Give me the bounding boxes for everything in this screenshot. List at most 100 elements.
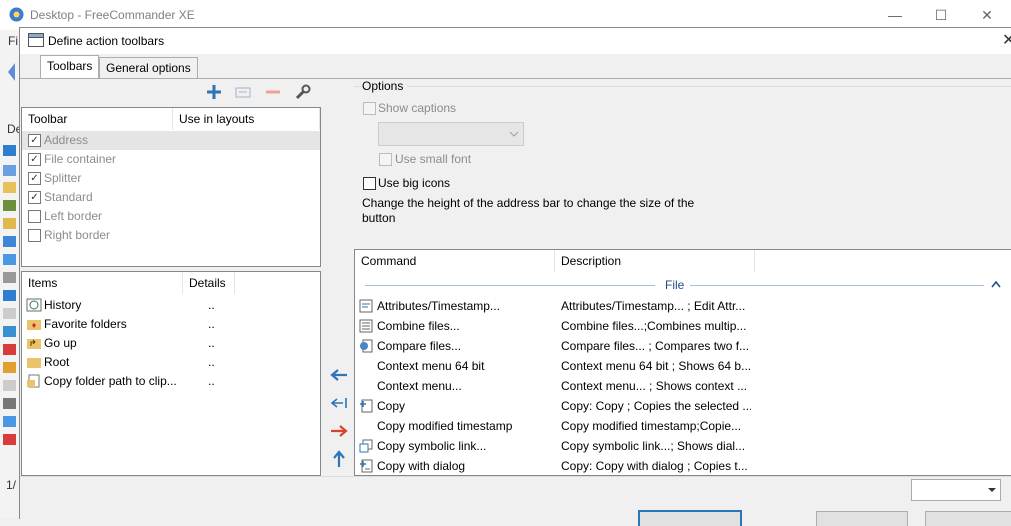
options-group-label: Options [362, 79, 408, 93]
command-row[interactable]: Copy modified timestamp Copy modified ti… [355, 416, 1011, 436]
command-description: Combine files...;Combines multip... [561, 319, 747, 333]
column-header-details[interactable]: Details [183, 272, 235, 294]
drive-icon [3, 290, 16, 301]
command-row[interactable]: Compare files... Compare files... ; Comp… [355, 336, 1011, 356]
item-row-history[interactable]: History .. [22, 296, 320, 315]
column-header-use-in-layouts[interactable]: Use in layouts [173, 108, 320, 130]
user-icon [3, 200, 16, 211]
items-list[interactable]: Items Details History .. Favorite folder… [21, 271, 321, 476]
command-name: Copy with dialog [377, 459, 466, 473]
folder-icon [3, 182, 16, 193]
dialog-button[interactable] [816, 511, 908, 526]
command-name: Attributes/Timestamp... [377, 299, 500, 313]
use-big-icons-checkbox[interactable] [363, 177, 376, 190]
group-header-file[interactable]: File [355, 276, 1011, 294]
history-icon [26, 298, 42, 312]
command-row[interactable]: Context menu 64 bit Context menu 64 bit … [355, 356, 1011, 376]
maximize-button[interactable]: ☐ [918, 0, 964, 30]
add-button[interactable] [203, 82, 225, 102]
attributes-icon [359, 299, 373, 313]
tab-general-options[interactable]: General options [99, 57, 198, 78]
checkbox[interactable]: ✓ [28, 134, 41, 147]
move-right-button[interactable] [328, 421, 350, 441]
toolbar-list[interactable]: Toolbar Use in layouts ✓ Address ✓ File … [21, 107, 321, 267]
column-header-toolbar[interactable]: Toolbar [22, 108, 173, 130]
app-icon [3, 434, 16, 445]
caption-position-select[interactable] [378, 122, 524, 146]
command-row[interactable]: Context menu... Context menu... ; Shows … [355, 376, 1011, 396]
command-description: Copy modified timestamp;Copie... [561, 419, 742, 433]
edit-button[interactable] [232, 82, 254, 102]
remove-button[interactable] [262, 82, 284, 102]
column-header-items[interactable]: Items [22, 272, 183, 294]
checkbox[interactable]: ✓ [28, 153, 41, 166]
dialog-button[interactable] [638, 510, 742, 526]
item-row-favorite-folders[interactable]: Favorite folders .. [22, 315, 320, 334]
toolbar-row-left-border[interactable]: Left border [22, 207, 320, 226]
command-row[interactable]: Copy symbolic link... Copy symbolic link… [355, 436, 1011, 456]
command-name: Context menu 64 bit [377, 359, 485, 373]
command-description: Copy symbolic link...; Shows dial... [561, 439, 746, 453]
item-label: Root [44, 355, 70, 369]
dialog-titlebar: Define action toolbars ✕ [20, 28, 1011, 54]
checkbox[interactable] [28, 229, 41, 242]
copy-icon [360, 399, 373, 413]
favorite-folder-icon [27, 320, 41, 330]
menu-fragment: Fi [8, 34, 18, 48]
checkbox[interactable]: ✓ [28, 172, 41, 185]
item-row-go-up[interactable]: Go up .. [22, 334, 320, 353]
symlink-icon [359, 439, 373, 453]
options-group-border [354, 86, 1011, 87]
tab-toolbars[interactable]: Toolbars [40, 55, 100, 79]
move-up-button[interactable] [328, 449, 350, 469]
move-left-button[interactable] [328, 365, 350, 385]
toolbar-row-right-border[interactable]: Right border [22, 226, 320, 245]
add-icon [207, 85, 221, 99]
side-icon [3, 145, 16, 156]
back-icon[interactable] [6, 62, 16, 82]
chevron-up-icon[interactable] [991, 281, 1001, 288]
toolbar-row-file-container[interactable]: ✓ File container [22, 150, 320, 169]
item-row-root[interactable]: Root .. [22, 353, 320, 372]
checkbox[interactable] [28, 210, 41, 223]
dialog-status-strip [20, 476, 1011, 502]
command-description: Compare files... ; Compares two f... [561, 339, 750, 353]
command-row[interactable]: Copy Copy: Copy ; Copies the selected ..… [355, 396, 1011, 416]
command-name: Copy modified timestamp [377, 419, 513, 433]
command-row[interactable]: Copy with dialog Copy: Copy with dialog … [355, 456, 1011, 475]
toolbar-row-splitter[interactable]: ✓ Splitter [22, 169, 320, 188]
show-captions-label: Show captions [378, 101, 457, 115]
edit-icon [235, 87, 251, 98]
define-toolbars-dialog: Define action toolbars ✕ Toolbars Genera… [19, 27, 1011, 526]
item-row-copy-folder-path[interactable]: Copy folder path to clip... .. [22, 372, 320, 391]
dialog-button[interactable] [925, 511, 1011, 526]
toolbar-row-standard[interactable]: ✓ Standard [22, 188, 320, 207]
copy-path-icon [27, 374, 40, 388]
commands-list[interactable]: Command Description File Attributes/Time… [354, 249, 1011, 476]
command-row[interactable]: Attributes/Timestamp... Attributes/Times… [355, 296, 1011, 316]
command-row[interactable]: Combine files... Combine files...;Combin… [355, 316, 1011, 336]
column-header-description[interactable]: Description [555, 250, 755, 272]
filter-combobox[interactable] [911, 479, 1001, 501]
app-icon [9, 7, 24, 22]
group-label: File [665, 278, 685, 292]
chevron-down-icon [509, 131, 519, 137]
command-name: Context menu... [377, 379, 462, 393]
toolbar-row-label: Splitter [44, 171, 82, 185]
settings-button[interactable] [292, 82, 314, 102]
arrow-up-icon [333, 450, 345, 467]
move-left-all-button[interactable] [328, 393, 350, 413]
show-captions-checkbox[interactable] [363, 102, 376, 115]
main-window-title: Desktop - FreeCommander XE [30, 8, 195, 22]
item-details: .. [208, 317, 215, 331]
copy-dialog-icon [360, 459, 373, 473]
use-small-font-checkbox[interactable] [379, 153, 392, 166]
minimize-button[interactable]: — [872, 0, 918, 30]
close-button[interactable]: ✕ [964, 0, 1010, 30]
dialog-close-button[interactable]: ✕ [1002, 30, 1011, 50]
checkbox[interactable]: ✓ [28, 191, 41, 204]
command-description: Context menu... ; Shows context ... [561, 379, 748, 393]
column-header-command[interactable]: Command [355, 250, 555, 272]
toolbar-row-address[interactable]: ✓ Address [22, 131, 320, 150]
file-icon [3, 308, 16, 319]
